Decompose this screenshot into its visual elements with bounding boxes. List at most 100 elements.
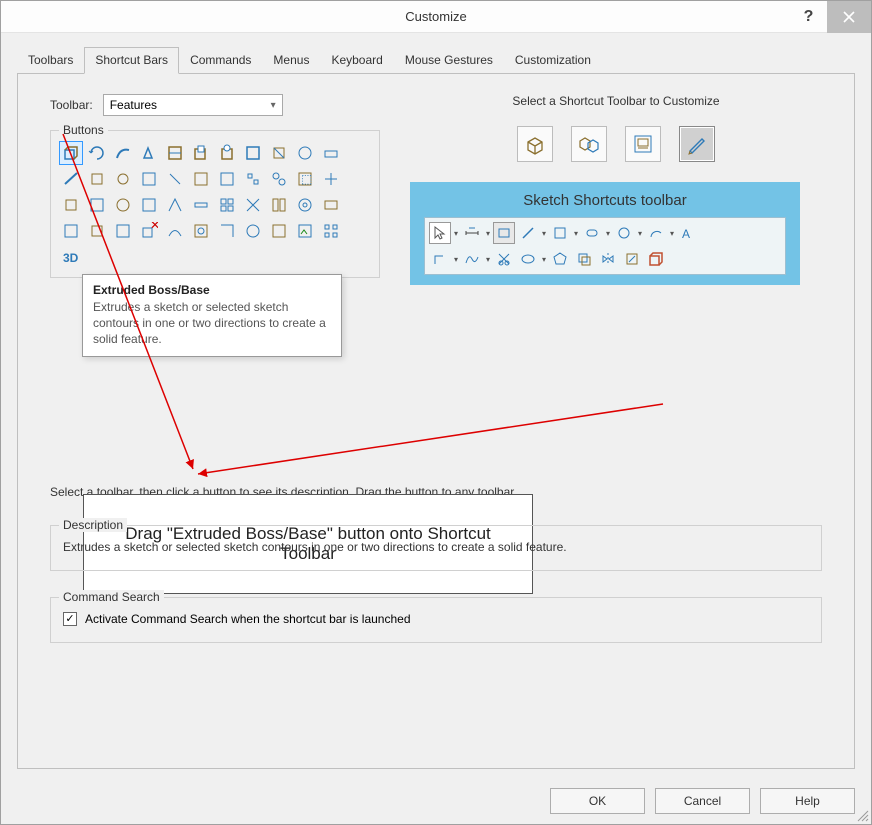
spline-icon[interactable] <box>461 248 483 270</box>
feature-icon[interactable] <box>189 167 213 191</box>
text-icon[interactable]: A <box>677 222 699 244</box>
feature-icon[interactable] <box>267 141 291 165</box>
dropdown-icon[interactable]: ▾ <box>541 255 547 264</box>
feature-icon[interactable] <box>319 167 343 191</box>
mode-part-icon[interactable] <box>517 126 553 162</box>
dropdown-icon[interactable]: ▾ <box>669 229 675 238</box>
feature-icon[interactable] <box>163 167 187 191</box>
corner-rect-icon[interactable] <box>549 222 571 244</box>
feature-icon[interactable] <box>215 167 239 191</box>
feature-icon[interactable] <box>189 193 213 217</box>
feature-icon[interactable]: ✕ <box>137 219 161 243</box>
feature-icon[interactable] <box>267 167 291 191</box>
loft-icon[interactable] <box>137 141 161 165</box>
circle-icon[interactable] <box>613 222 635 244</box>
tab-keyboard[interactable]: Keyboard <box>320 47 393 74</box>
feature-icon[interactable] <box>293 219 317 243</box>
activate-command-search-checkbox[interactable]: ✓ <box>63 612 77 626</box>
slot-icon[interactable] <box>581 222 603 244</box>
tab-shortcut-bars[interactable]: Shortcut Bars <box>84 47 179 74</box>
toolbar-value: Features <box>110 98 157 112</box>
dropdown-icon[interactable]: ▾ <box>605 229 611 238</box>
feature-icon[interactable] <box>85 193 109 217</box>
dropdown-icon[interactable]: ▾ <box>485 229 491 238</box>
sweep-icon[interactable] <box>111 141 135 165</box>
feature-icon[interactable] <box>241 141 265 165</box>
feature-icon[interactable] <box>241 193 265 217</box>
help-icon[interactable]: ? <box>791 1 826 33</box>
tab-customization[interactable]: Customization <box>504 47 602 74</box>
feature-icon[interactable]: 3D <box>59 245 83 269</box>
feature-icon[interactable] <box>293 141 317 165</box>
feature-icon[interactable] <box>163 193 187 217</box>
mode-sketch-icon[interactable] <box>679 126 715 162</box>
pointer-icon[interactable] <box>429 222 451 244</box>
feature-icon[interactable] <box>111 219 135 243</box>
arc-icon[interactable] <box>645 222 667 244</box>
svg-text:3D: 3D <box>63 251 79 265</box>
trim-icon[interactable] <box>493 248 515 270</box>
feature-icon[interactable] <box>111 193 135 217</box>
feature-icon[interactable]: ⬚ <box>293 167 317 191</box>
feature-icon[interactable] <box>241 167 265 191</box>
feature-icon[interactable] <box>111 167 135 191</box>
offset-icon[interactable] <box>573 248 595 270</box>
svg-text:⬚: ⬚ <box>301 172 312 186</box>
dropdown-icon[interactable]: ▾ <box>453 255 459 264</box>
dimension-icon[interactable] <box>461 222 483 244</box>
feature-icon[interactable] <box>241 219 265 243</box>
feature-icon[interactable] <box>215 219 239 243</box>
line-icon[interactable] <box>517 222 539 244</box>
feature-icon[interactable] <box>215 193 239 217</box>
feature-icon[interactable] <box>137 167 161 191</box>
boundary-icon[interactable] <box>163 141 187 165</box>
tab-menus[interactable]: Menus <box>262 47 320 74</box>
feature-icon[interactable] <box>319 219 343 243</box>
revolve-icon[interactable] <box>85 141 109 165</box>
cut-revolve-icon[interactable] <box>215 141 239 165</box>
feature-icon[interactable] <box>293 193 317 217</box>
feature-icon[interactable] <box>163 219 187 243</box>
buttons-group-title: Buttons <box>59 123 108 137</box>
feature-icon[interactable] <box>85 167 109 191</box>
tab-mouse-gestures[interactable]: Mouse Gestures <box>394 47 504 74</box>
drop-target-icon[interactable] <box>645 248 667 270</box>
feature-icon[interactable] <box>59 167 83 191</box>
extruded-boss-icon[interactable] <box>59 141 83 165</box>
feature-icon[interactable] <box>59 193 83 217</box>
tab-toolbars[interactable]: Toolbars <box>17 47 84 74</box>
close-button[interactable] <box>827 1 871 33</box>
feature-icon[interactable] <box>85 219 109 243</box>
convert-icon[interactable] <box>621 248 643 270</box>
cut-extrude-icon[interactable] <box>189 141 213 165</box>
feature-icon[interactable] <box>189 219 213 243</box>
feature-icon[interactable] <box>267 219 291 243</box>
dropdown-icon[interactable]: ▾ <box>453 229 459 238</box>
dropdown-icon[interactable]: ▾ <box>541 229 547 238</box>
mode-drawing-icon[interactable] <box>625 126 661 162</box>
dropdown-icon[interactable]: ▾ <box>485 255 491 264</box>
svg-text:A: A <box>682 227 690 241</box>
resize-grip-icon[interactable] <box>855 808 869 822</box>
toolbar-combo[interactable]: Features ▾ <box>103 94 283 116</box>
feature-icon[interactable] <box>319 141 343 165</box>
dropdown-icon[interactable]: ▾ <box>573 229 579 238</box>
tab-commands[interactable]: Commands <box>179 47 262 74</box>
mode-assembly-icon[interactable] <box>571 126 607 162</box>
rectangle-icon[interactable] <box>493 222 515 244</box>
ellipse-icon[interactable] <box>517 248 539 270</box>
ok-button[interactable]: OK <box>550 788 645 814</box>
cancel-button[interactable]: Cancel <box>655 788 750 814</box>
mirror-icon[interactable] <box>597 248 619 270</box>
help-button[interactable]: Help <box>760 788 855 814</box>
corner-icon[interactable] <box>429 248 451 270</box>
feature-icon[interactable] <box>137 193 161 217</box>
command-search-group: Command Search ✓ Activate Command Search… <box>50 597 822 643</box>
feature-icon[interactable] <box>267 193 291 217</box>
feature-icon[interactable] <box>319 193 343 217</box>
buttons-group: Buttons <box>50 130 380 278</box>
polygon-icon[interactable] <box>549 248 571 270</box>
feature-icon[interactable] <box>59 219 83 243</box>
dropdown-icon[interactable]: ▾ <box>637 229 643 238</box>
window-title: Customize <box>405 9 466 24</box>
